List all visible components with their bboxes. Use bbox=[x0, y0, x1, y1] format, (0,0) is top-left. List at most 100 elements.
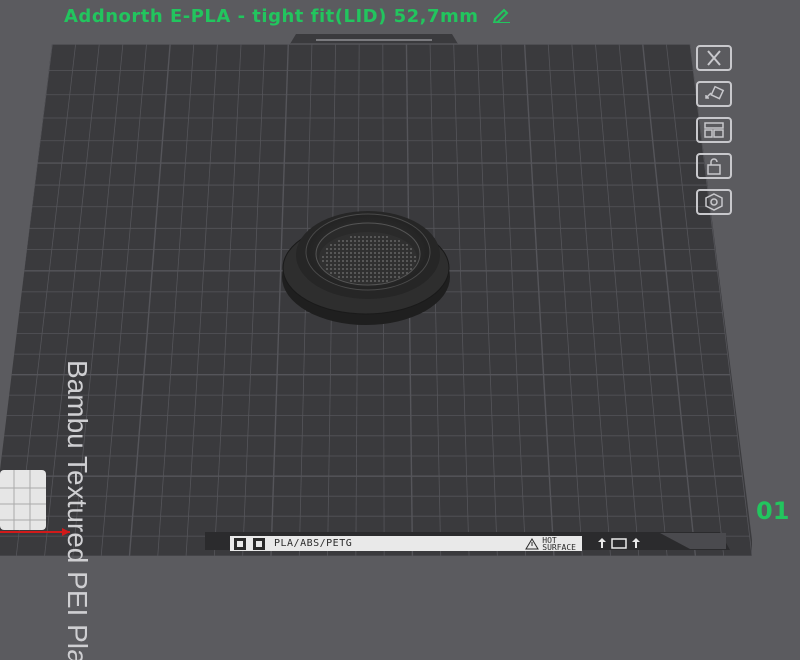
infill-dot bbox=[370, 268, 372, 270]
infill-dot bbox=[406, 268, 408, 270]
infill-dot bbox=[362, 264, 364, 266]
lock-plate-button[interactable] bbox=[696, 153, 732, 179]
infill-dot bbox=[390, 240, 392, 242]
infill-dot bbox=[334, 272, 336, 274]
infill-dot bbox=[354, 248, 356, 250]
infill-dot bbox=[374, 248, 376, 250]
plate-orientation-icons bbox=[598, 536, 648, 553]
infill-dot bbox=[394, 240, 396, 242]
infill-dot bbox=[350, 236, 352, 238]
infill-dot bbox=[366, 244, 368, 246]
infill-dot bbox=[346, 248, 348, 250]
infill-dot bbox=[358, 256, 360, 258]
infill-dot bbox=[366, 248, 368, 250]
infill-dot bbox=[374, 256, 376, 258]
plate-toolbar bbox=[694, 45, 756, 225]
infill-dot bbox=[358, 272, 360, 274]
close-plate-button[interactable] bbox=[696, 45, 732, 71]
infill-dot bbox=[338, 240, 340, 242]
infill-dot bbox=[370, 256, 372, 258]
infill-dot bbox=[354, 236, 356, 238]
infill-dot bbox=[366, 268, 368, 270]
infill-dot bbox=[342, 248, 344, 250]
infill-dot bbox=[358, 240, 360, 242]
infill-dot bbox=[362, 256, 364, 258]
infill-dot bbox=[366, 252, 368, 254]
infill-dot bbox=[370, 244, 372, 246]
arrange-button[interactable] bbox=[696, 117, 732, 143]
infill-dot bbox=[346, 252, 348, 254]
infill-dot bbox=[338, 276, 340, 278]
infill-dot bbox=[398, 244, 400, 246]
plate-front-label: PLA/ABS/PETG HOT SURFACE bbox=[230, 536, 582, 551]
infill-dot bbox=[410, 268, 412, 270]
infill-dot bbox=[350, 252, 352, 254]
infill-dot bbox=[398, 256, 400, 258]
infill-dot bbox=[390, 264, 392, 266]
orientation-icon bbox=[598, 538, 640, 549]
infill-dot bbox=[330, 260, 332, 262]
infill-dot bbox=[386, 248, 388, 250]
infill-dot bbox=[346, 256, 348, 258]
build-plate-viewport[interactable] bbox=[0, 0, 800, 567]
auto-orient-button[interactable] bbox=[696, 81, 732, 107]
infill-dot bbox=[374, 272, 376, 274]
infill-dot bbox=[386, 276, 388, 278]
infill-dot bbox=[398, 240, 400, 242]
infill-dot bbox=[366, 264, 368, 266]
infill-dot bbox=[346, 276, 348, 278]
infill-dot bbox=[390, 248, 392, 250]
infill-dot bbox=[378, 236, 380, 238]
infill-dot bbox=[378, 276, 380, 278]
infill-dot bbox=[378, 256, 380, 258]
infill-dot bbox=[394, 260, 396, 262]
infill-dot bbox=[378, 264, 380, 266]
infill-dot bbox=[402, 272, 404, 274]
infill-dot bbox=[414, 256, 416, 258]
infill-dot bbox=[370, 276, 372, 278]
infill-dot bbox=[386, 252, 388, 254]
infill-dot bbox=[382, 248, 384, 250]
infill-dot bbox=[354, 256, 356, 258]
infill-dot bbox=[402, 252, 404, 254]
infill-dot bbox=[374, 236, 376, 238]
infill-dot bbox=[386, 272, 388, 274]
infill-dot bbox=[362, 268, 364, 270]
infill-dot bbox=[402, 260, 404, 262]
plate-settings-button[interactable] bbox=[696, 189, 732, 215]
infill-dot bbox=[362, 252, 364, 254]
infill-dot bbox=[350, 268, 352, 270]
infill-dot bbox=[346, 272, 348, 274]
infill-dot bbox=[366, 276, 368, 278]
infill-dot bbox=[398, 252, 400, 254]
infill-dot bbox=[374, 280, 376, 282]
auto-orient-icon bbox=[705, 85, 725, 100]
infill-dot bbox=[334, 244, 336, 246]
infill-dot bbox=[338, 252, 340, 254]
infill-dot bbox=[382, 256, 384, 258]
infill-dot bbox=[330, 268, 332, 270]
infill-dot bbox=[354, 244, 356, 246]
infill-dot bbox=[354, 240, 356, 242]
infill-dot bbox=[342, 264, 344, 266]
infill-dot bbox=[390, 272, 392, 274]
infill-dot bbox=[406, 244, 408, 246]
infill-dot bbox=[350, 276, 352, 278]
infill-dot bbox=[354, 264, 356, 266]
infill-dot bbox=[382, 276, 384, 278]
infill-dot bbox=[326, 252, 328, 254]
infill-dot bbox=[354, 272, 356, 274]
material-label: PLA/ABS/PETG bbox=[274, 538, 353, 549]
settings-icon bbox=[705, 193, 723, 211]
infill-dot bbox=[342, 268, 344, 270]
infill-dot bbox=[358, 248, 360, 250]
infill-dot bbox=[358, 244, 360, 246]
infill-dot bbox=[386, 268, 388, 270]
infill-dot bbox=[406, 256, 408, 258]
infill-dot bbox=[326, 256, 328, 258]
infill-dot bbox=[338, 268, 340, 270]
infill-dot bbox=[398, 248, 400, 250]
infill-dot bbox=[338, 264, 340, 266]
infill-dot bbox=[374, 276, 376, 278]
infill-dot bbox=[370, 248, 372, 250]
